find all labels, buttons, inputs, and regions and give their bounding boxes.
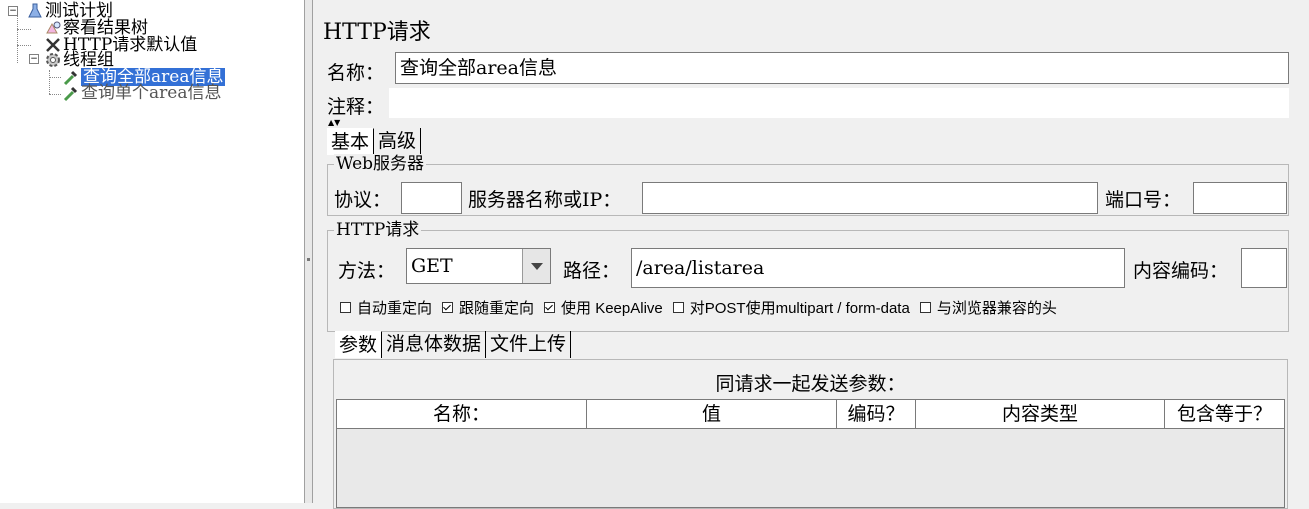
method-select[interactable]: GET [406,248,551,284]
options-row: 自动重定向 跟随重定向 使用 KeepAlive 对POST使用multipar… [340,297,1067,318]
thread-group-gear-icon [44,51,62,69]
encoding-field[interactable] [1241,248,1287,288]
parameters-caption: 同请求一起发送参数： [715,373,906,395]
option-follow-redirects[interactable]: 跟随重定向 [442,297,534,318]
path-label: 路径： [563,260,621,282]
collapse-root-icon[interactable]: − [8,6,18,16]
sampler-pipette-icon [62,84,80,102]
request-sub-tabs: 参数 消息体数据 文件上传 [335,331,572,358]
main-tabs: 基本 高级 [327,128,422,155]
column-header-content-type[interactable]: 内容类型 [916,400,1165,428]
column-header-name[interactable]: 名称： [337,400,587,428]
test-plan-flask-icon [26,2,44,20]
port-label: 端口号： [1105,189,1182,211]
checkbox[interactable] [672,302,684,313]
port-field[interactable] [1193,182,1287,214]
test-plan-tree[interactable]: − 测试计划 察看结果树 HTTP请求默认值 − 线程组 查询全部area信息 [0,0,304,503]
panel-title: HTTP请求 [323,20,431,45]
tree-item-sampler-query-single[interactable]: 查询单个area信息 [62,84,221,102]
checkbox[interactable] [340,302,351,313]
tree-connector [17,45,31,46]
path-field[interactable]: /area/listarea [631,248,1125,288]
server-field[interactable] [642,182,1098,214]
option-keepalive[interactable]: 使用 KeepAlive [544,297,663,318]
option-browser-compatible-headers[interactable]: 与浏览器兼容的头 [919,297,1057,318]
method-value: GET [411,255,453,277]
checkbox[interactable] [919,302,931,313]
tab-files-upload[interactable]: 文件上传 [486,331,572,358]
server-label: 服务器名称或IP： [468,189,622,211]
comment-field[interactable] [389,88,1289,118]
tab-advanced[interactable]: 高级 [374,128,422,155]
checkbox[interactable] [442,302,454,313]
checkbox[interactable] [544,302,556,313]
parameters-panel: 同请求一起发送参数： 名称： 值 编码？ 内容类型 包含等于？ [333,359,1288,509]
web-server-group-title: Web服务器 [334,154,427,174]
parameters-table-header: 名称： 值 编码？ 内容类型 包含等于？ [337,400,1284,429]
tree-connector [49,70,50,94]
collapse-thread-group-icon[interactable]: − [29,54,39,64]
chevron-down-icon[interactable] [522,249,550,283]
encoding-label: 内容编码： [1133,260,1229,282]
name-field[interactable]: 查询全部area信息 [395,52,1289,84]
option-multipart[interactable]: 对POST使用multipart / form-data [672,297,910,318]
collapse-arrows-icon[interactable]: ▲▼ [328,119,340,127]
column-header-encode[interactable]: 编码？ [837,400,916,428]
tree-connector [49,94,61,95]
comment-label: 注释： [327,96,385,118]
column-header-include-equals[interactable]: 包含等于？ [1165,400,1284,428]
option-auto-redirect[interactable]: 自动重定向 [340,297,432,318]
split-pane-divider[interactable] [304,0,313,503]
tree-connector [17,29,31,30]
splitter-grip [307,258,310,261]
tab-parameters[interactable]: 参数 [335,331,383,358]
parameters-table[interactable]: 名称： 值 编码？ 内容类型 包含等于？ [336,399,1285,508]
web-server-group: Web服务器 协议： 服务器名称或IP： 端口号： [327,154,1289,216]
tree-connector [17,11,18,63]
http-request-editor: HTTP请求 名称： 查询全部area信息 注释： ▲▼ 基本 高级 Web服务… [318,6,1303,509]
tab-body-data[interactable]: 消息体数据 [382,331,487,358]
name-label: 名称： [327,62,385,84]
protocol-label: 协议： [334,189,392,211]
listener-icon [44,19,62,37]
http-request-group-title: HTTP请求 [334,220,422,240]
protocol-field[interactable] [401,182,462,214]
method-label: 方法： [338,260,396,282]
tab-basic[interactable]: 基本 [327,128,375,155]
tree-connector [49,77,61,78]
column-header-value[interactable]: 值 [587,400,837,428]
